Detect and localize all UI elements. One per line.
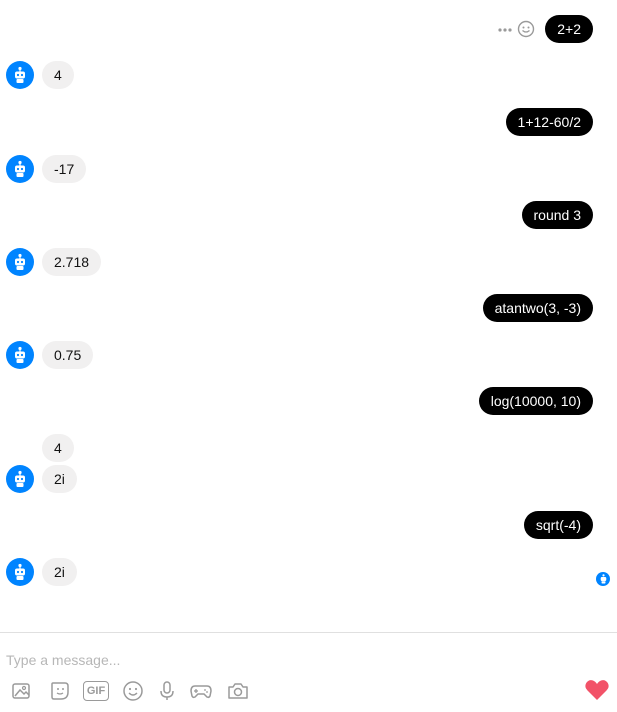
bot-icon: [15, 563, 25, 580]
game-controller-icon[interactable]: [189, 679, 213, 703]
outgoing-message[interactable]: log(10000, 10): [478, 387, 593, 415]
gif-icon[interactable]: GIF: [82, 679, 110, 703]
bot-icon: [15, 66, 25, 83]
camera-icon[interactable]: [226, 679, 250, 703]
composer-divider: [0, 632, 617, 633]
bot-avatar[interactable]: [6, 155, 34, 183]
bot-avatar[interactable]: [6, 61, 34, 89]
emoji-reaction-icon[interactable]: [517, 20, 535, 38]
outgoing-message[interactable]: sqrt(-4): [523, 511, 593, 539]
bot-avatar[interactable]: [6, 465, 34, 493]
bot-avatar[interactable]: [6, 248, 34, 276]
incoming-message[interactable]: -17: [42, 155, 87, 183]
heart-icon[interactable]: [583, 677, 611, 703]
microphone-icon[interactable]: [155, 679, 179, 703]
gif-label: GIF: [82, 681, 110, 701]
incoming-message[interactable]: 2.718: [42, 248, 102, 276]
bot-avatar[interactable]: [6, 341, 34, 369]
bot-icon: [15, 470, 25, 487]
outgoing-message[interactable]: atantwo(3, -3): [482, 294, 593, 322]
bot-avatar[interactable]: [6, 558, 34, 586]
bot-icon: [15, 346, 25, 363]
bot-icon: [15, 160, 25, 177]
image-icon[interactable]: [10, 679, 34, 703]
incoming-message[interactable]: 4: [42, 61, 74, 89]
incoming-message[interactable]: 2i: [42, 558, 77, 586]
incoming-message[interactable]: 0.75: [42, 341, 94, 369]
sticker-icon[interactable]: [48, 679, 72, 703]
incoming-message[interactable]: 2i: [42, 465, 77, 493]
outgoing-message[interactable]: round 3: [521, 201, 593, 229]
seen-avatar-icon: [596, 572, 610, 586]
outgoing-message[interactable]: 1+12-60/2: [505, 108, 593, 136]
outgoing-message[interactable]: 2+2: [545, 15, 593, 43]
bot-icon: [15, 253, 25, 270]
incoming-message[interactable]: 4: [42, 434, 74, 462]
message-input[interactable]: [6, 650, 566, 670]
emoji-icon[interactable]: [121, 679, 145, 703]
more-options-icon[interactable]: [497, 23, 513, 35]
